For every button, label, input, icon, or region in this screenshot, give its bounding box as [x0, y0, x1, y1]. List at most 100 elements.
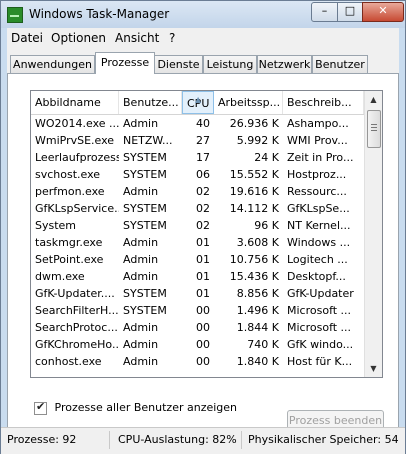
cell-memory: 26.936 K — [229, 117, 279, 130]
cell-memory: 3.608 K — [236, 236, 279, 249]
cell-cpu: 40 — [196, 117, 210, 130]
process-list[interactable]: Abbildname Benutze... ▲ CPU Arbeitssp...… — [30, 90, 383, 378]
cell-name: SearchFilterH... — [35, 304, 119, 317]
cell-user: SYSTEM — [123, 287, 167, 300]
cell-user: SYSTEM — [123, 151, 167, 164]
cell-description: NT Kernel... — [287, 219, 351, 232]
cell-name: WO2014.exe ... — [35, 117, 119, 130]
cell-description: Microsoft ... — [287, 304, 352, 317]
minimize-button[interactable]: – — [311, 2, 338, 22]
processes-panel: Abbildname Benutze... ▲ CPU Arbeitssp...… — [7, 73, 399, 432]
cell-name: SetPoint.exe — [35, 253, 104, 266]
menu-datei[interactable]: Datei — [11, 31, 43, 45]
table-row[interactable]: GfKLspService... SYSTEM 02 14.112 K GfKLspSe… — [31, 200, 364, 217]
column-header-name[interactable]: Abbildname — [31, 91, 119, 114]
cell-cpu: 02 — [196, 202, 210, 215]
table-row[interactable]: WO2014.exe ... Admin 40 26.936 K Ashampo... — [31, 115, 364, 132]
tab-prozesse[interactable]: Prozesse — [95, 52, 155, 74]
cell-user: SYSTEM — [123, 219, 167, 232]
cell-memory: 24 K — [254, 151, 279, 164]
maximize-button[interactable]: □ — [337, 2, 363, 22]
cell-user: SYSTEM — [123, 202, 167, 215]
show-all-users-label: Prozesse aller Benutzer anzeigen — [54, 401, 238, 414]
tab-leistung[interactable]: Leistung — [203, 55, 257, 73]
cell-memory: 10.756 K — [229, 253, 279, 266]
table-row[interactable]: taskmgr.exe Admin 01 3.608 K Windows ... — [31, 234, 364, 251]
cell-description: GfKLspSe... — [287, 202, 350, 215]
cell-user: Admin — [123, 321, 159, 334]
show-all-users-option[interactable]: ✔ Prozesse aller Benutzer anzeigen — [34, 399, 238, 415]
cell-description: Logitech ... — [287, 253, 348, 266]
process-rows: WO2014.exe ... Admin 40 26.936 K Ashampo... W… — [31, 115, 364, 370]
table-row[interactable]: SetPoint.exe Admin 01 10.756 K Logitech ... — [31, 251, 364, 268]
column-header-user[interactable]: Benutze... — [119, 91, 182, 114]
column-header-description[interactable]: Beschreib... — [283, 91, 364, 114]
table-row[interactable]: perfmon.exe Admin 02 19.616 K Ressourc... — [31, 183, 364, 200]
cell-cpu: 01 — [196, 270, 210, 283]
cell-memory: 8.856 K — [236, 287, 279, 300]
table-row[interactable]: Leerlaufprozess SYSTEM 17 24 K Zeit in Pro..… — [31, 149, 364, 166]
checkmark-icon: ✔ — [36, 399, 46, 413]
cell-cpu: 02 — [196, 185, 210, 198]
table-row[interactable]: System SYSTEM 02 96 K NT Kernel... — [31, 217, 364, 234]
window-title: Windows Task-Manager — [29, 7, 170, 21]
cell-cpu: 06 — [196, 168, 210, 181]
tab-benutzer[interactable]: Benutzer — [312, 55, 368, 73]
cell-user: NETZW... — [123, 134, 173, 147]
cell-name: conhost.exe — [35, 355, 102, 368]
scroll-down-icon[interactable]: ▼ — [365, 360, 382, 377]
cell-name: perfmon.exe — [35, 185, 105, 198]
cell-cpu: 00 — [196, 338, 210, 351]
menu-optionen[interactable]: Optionen — [51, 31, 106, 45]
cell-cpu: 01 — [196, 253, 210, 266]
cell-memory: 15.436 K — [229, 270, 279, 283]
show-all-users-checkbox[interactable]: ✔ — [34, 399, 47, 415]
sort-arrow-icon: ▲ — [195, 95, 202, 104]
table-row[interactable]: SearchFilterH... SYSTEM 00 1.496 K Microsoft… — [31, 302, 364, 319]
status-memory: Physikalischer Speicher: 54 — [248, 433, 399, 446]
cell-memory: 96 K — [254, 219, 279, 232]
cell-description: GfK-Updater — [287, 287, 354, 300]
cell-user: Admin — [123, 236, 159, 249]
scroll-up-icon[interactable]: ▲ — [365, 91, 382, 108]
menu-help[interactable]: ? — [169, 31, 175, 45]
cell-name: GfKChromeHo... — [35, 338, 119, 351]
tab-anwendungen[interactable]: Anwendungen — [10, 55, 95, 73]
cell-memory: 1.496 K — [236, 304, 279, 317]
close-button[interactable]: ✕ — [362, 2, 404, 22]
cell-user: Admin — [123, 117, 159, 130]
cell-name: svchost.exe — [35, 168, 101, 181]
cell-name: taskmgr.exe — [35, 236, 103, 249]
table-row[interactable]: GfK-Updater.... SYSTEM 01 8.856 K GfK-Update… — [31, 285, 364, 302]
menu-ansicht[interactable]: Ansicht — [115, 31, 159, 45]
table-row[interactable]: dwm.exe Admin 01 15.436 K Desktopf... — [31, 268, 364, 285]
cell-name: WmiPrvSE.exe — [35, 134, 115, 147]
title-bar[interactable]: Windows Task-Manager – □ ✕ — [1, 1, 405, 28]
status-divider — [241, 431, 242, 449]
scroll-thumb[interactable] — [367, 110, 381, 148]
cell-memory: 5.992 K — [236, 134, 279, 147]
table-row[interactable]: SearchProtoc... Admin 00 1.844 K Microsoft .… — [31, 319, 364, 336]
cell-description: Microsoft ... — [287, 321, 352, 334]
cell-description: Ashampo... — [287, 117, 349, 130]
cell-description: GfK windo... — [287, 338, 354, 351]
process-list-header: Abbildname Benutze... ▲ CPU Arbeitssp...… — [31, 91, 364, 115]
column-header-cpu[interactable]: ▲ CPU — [182, 91, 214, 114]
cell-user: Admin — [123, 270, 159, 283]
tab-dienste[interactable]: Dienste — [154, 55, 203, 73]
table-row[interactable]: WmiPrvSE.exe NETZW... 27 5.992 K WMI Prov... — [31, 132, 364, 149]
cell-cpu: 01 — [196, 236, 210, 249]
task-manager-icon — [7, 7, 23, 23]
table-row[interactable]: GfKChromeHo... Admin 00 740 K GfK windo... — [31, 336, 364, 353]
task-manager-window: Windows Task-Manager – □ ✕ Datei Optione… — [0, 0, 406, 454]
column-header-memory[interactable]: Arbeitssp... — [214, 91, 283, 114]
cell-cpu: 00 — [196, 321, 210, 334]
vertical-scrollbar[interactable]: ▲ ▼ — [364, 91, 382, 377]
table-row[interactable]: svchost.exe SYSTEM 06 15.552 K Hostproz... — [31, 166, 364, 183]
status-bar: Prozesse: 92 CPU-Auslastung: 82% Physika… — [1, 427, 405, 454]
tab-netzwerk[interactable]: Netzwerk — [257, 55, 312, 73]
cell-cpu: 01 — [196, 287, 210, 300]
table-row[interactable]: conhost.exe Admin 00 1.840 K Host für K... — [31, 353, 364, 370]
menu-bar: Datei Optionen Ansicht ? — [7, 28, 399, 47]
cell-name: GfKLspService... — [35, 202, 119, 215]
